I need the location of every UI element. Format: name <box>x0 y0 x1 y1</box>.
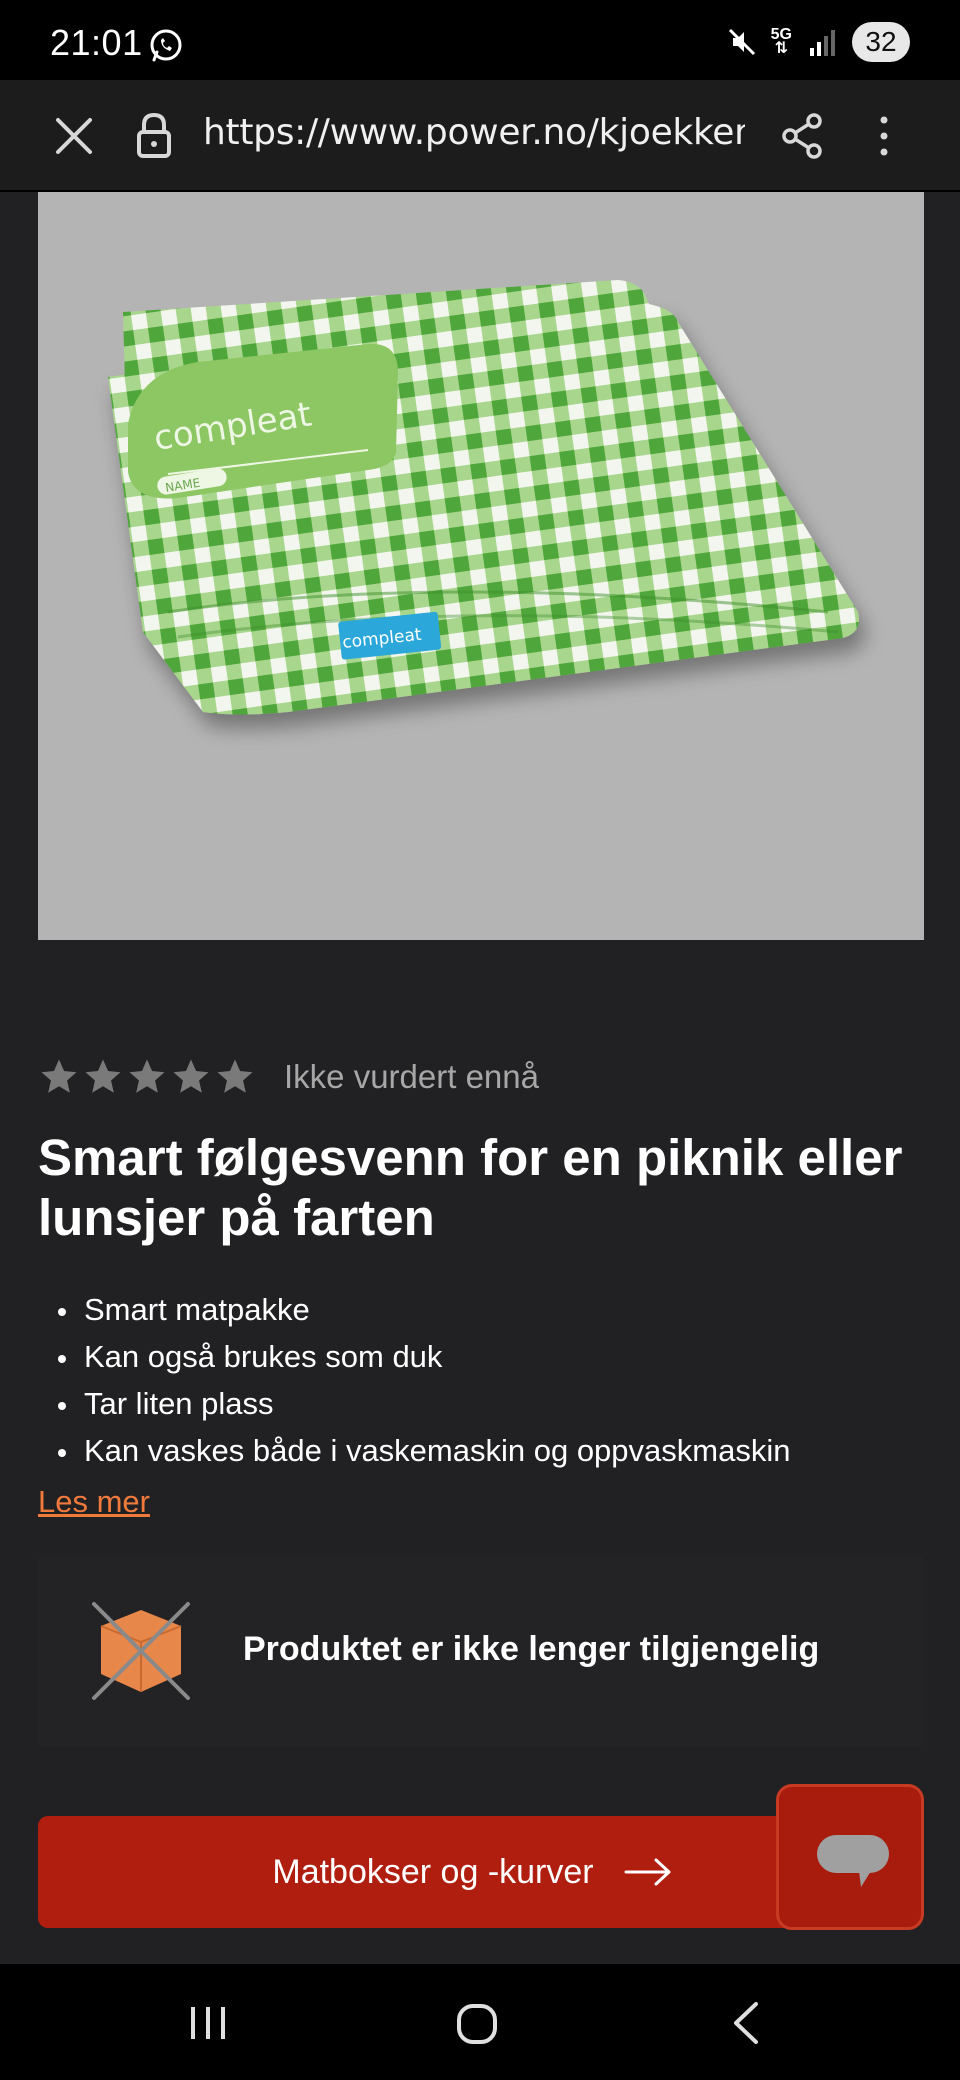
product-image[interactable]: compleat NAME compleat <box>38 192 924 940</box>
star-icon <box>129 1059 165 1093</box>
feature-item: Kan vaskes både i vaskemaskin og oppvask… <box>38 1427 938 1474</box>
availability-notice: Produktet er ikke lenger tilgjengelig <box>38 1556 924 1746</box>
signal-icon <box>810 30 835 56</box>
lunch-wrap-illustration: compleat NAME compleat <box>108 280 859 715</box>
feature-item: Tar liten plass <box>38 1380 938 1427</box>
status-icons: 5G ⇅ 32 <box>727 22 910 62</box>
product-rating: Ikke vurdert ennå <box>38 1055 539 1099</box>
whatsapp-icon <box>150 29 182 62</box>
arrow-right-icon <box>624 1858 671 1886</box>
feature-item: Kan også brukes som duk <box>38 1333 938 1380</box>
home-icon[interactable] <box>455 2002 499 2046</box>
star-icon <box>85 1059 121 1093</box>
rating-stars <box>38 1056 256 1098</box>
feature-item: Smart matpakke <box>38 1286 938 1333</box>
status-bar: 21:01 5G ⇅ 32 <box>0 0 960 80</box>
url-field[interactable]: https://www.power.no/kjoekkenı <box>203 112 745 153</box>
mute-icon <box>728 28 755 56</box>
chat-button[interactable] <box>776 1784 924 1930</box>
system-nav-bar <box>0 1964 960 2080</box>
lock-icon[interactable] <box>134 110 174 160</box>
recents-icon[interactable] <box>186 2004 230 2042</box>
battery-level: 32 <box>865 26 897 57</box>
close-icon[interactable] <box>52 114 96 158</box>
star-icon <box>217 1059 253 1093</box>
star-icon <box>41 1059 77 1093</box>
read-more-link[interactable]: Les mer <box>38 1484 150 1520</box>
share-icon[interactable] <box>780 112 824 160</box>
battery-icon: 32 <box>852 22 910 62</box>
status-time: 21:01 <box>50 22 143 63</box>
product-headline: Smart følgesvenn for en piknik eller lun… <box>38 1129 903 1246</box>
category-button-label: Matbokser og -kurver <box>272 1852 594 1891</box>
browser-toolbar: https://www.power.no/kjoekkenı <box>0 80 960 192</box>
feature-list: Smart matpakke Kan også brukes som duk T… <box>38 1286 938 1474</box>
back-icon[interactable] <box>728 2000 762 2046</box>
more-vert-icon[interactable] <box>870 112 898 160</box>
chat-bubble-icon <box>817 1835 889 1887</box>
star-icon <box>173 1059 209 1093</box>
rating-text: Ikke vurdert ennå <box>284 1058 539 1095</box>
availability-text: Produktet er ikke lenger tilgjengelig <box>243 1630 820 1668</box>
unavailable-box-icon <box>92 1602 190 1700</box>
network-type: 5G ⇅ <box>770 26 792 57</box>
